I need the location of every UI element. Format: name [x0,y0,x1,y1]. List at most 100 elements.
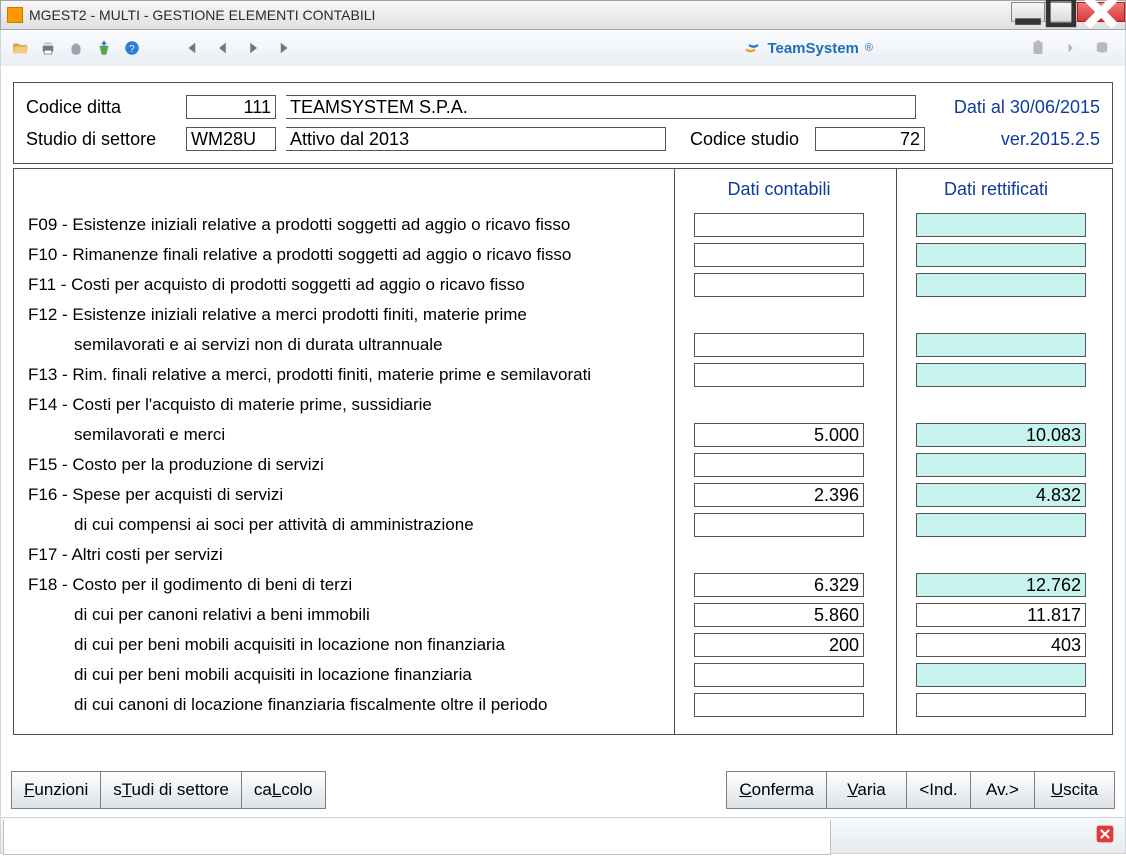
codice-ditta-field[interactable]: 111 [186,95,276,119]
row-label: F18 - Costo per il godimento di beni di … [28,575,674,595]
row-label: semilavorati e merci [28,425,674,445]
studio-settore-field[interactable]: WM28U [186,127,276,151]
divider [674,169,675,734]
close-button[interactable] [1077,2,1125,22]
data-row: F12 - Esistenze iniziali relative a merc… [28,300,1112,330]
row-label: di cui per canoni relativi a beni immobi… [28,605,674,625]
dati-rettificati-field[interactable] [916,663,1086,687]
ind-button[interactable]: <Ind. [907,771,971,809]
dati-contabili-field[interactable]: 5.000 [694,423,864,447]
row-label: F11 - Costi per acquisto di prodotti sog… [28,275,674,295]
row-label: F14 - Costi per l'acquisto di materie pr… [28,395,674,415]
dati-contabili-field[interactable] [694,663,864,687]
data-row: F11 - Costi per acquisto di prodotti sog… [28,270,1112,300]
data-row: F16 - Spese per acquisti di servizi 2.396… [28,480,1112,510]
dati-rettificati-field[interactable] [916,213,1086,237]
dati-contabili-field[interactable] [694,273,864,297]
dati-rettificati-field[interactable]: 403 [916,633,1086,657]
data-row: di cui per beni mobili acquisiti in loca… [28,630,1112,660]
minimize-button[interactable] [1011,2,1045,22]
codice-studio-field[interactable]: 72 [815,127,925,151]
window-title: MGEST2 - MULTI - GESTIONE ELEMENTI CONTA… [29,7,375,23]
data-row: F14 - Costi per l'acquisto di materie pr… [28,390,1112,420]
dati-contabili-field[interactable] [694,333,864,357]
varia-button[interactable]: Varia [827,771,907,809]
dati-al-label: Dati al 30/06/2015 [954,97,1100,118]
dati-rettificati-field[interactable] [916,693,1086,717]
row-label: F12 - Esistenze iniziali relative a merc… [28,305,674,325]
dati-rettificati-field[interactable] [916,333,1086,357]
dati-contabili-field[interactable] [694,693,864,717]
row-label: F16 - Spese per acquisti di servizi [28,485,674,505]
funzioni-button[interactable]: Funzioni [11,771,101,809]
dati-rettificati-field[interactable]: 4.832 [916,483,1086,507]
row-label: F09 - Esistenze iniziali relative a prod… [28,215,674,235]
row-label: semilavorati e ai servizi non di durata … [28,335,674,355]
nav-prev-icon[interactable] [209,35,235,61]
nav-first-icon[interactable] [177,35,203,61]
status-close-icon[interactable] [1095,824,1115,847]
studi-button[interactable]: sTudi di settore [101,771,242,809]
divider [896,169,897,734]
dati-rettificati-field[interactable] [916,273,1086,297]
app-icon [7,7,23,23]
dati-contabili-field[interactable] [694,363,864,387]
dati-rettificati-field[interactable]: 10.083 [916,423,1086,447]
dati-contabili-field[interactable] [694,213,864,237]
help-icon[interactable]: ? [119,35,145,61]
dati-rettificati-field[interactable] [916,363,1086,387]
nav-next-icon[interactable] [241,35,267,61]
data-row: F13 - Rim. finali relative a merci, prod… [28,360,1112,390]
dati-rettificati-field[interactable] [916,243,1086,267]
data-row: F10 - Rimanenze finali relative a prodot… [28,240,1112,270]
data-row: di cui canoni di locazione finanziaria f… [28,690,1112,720]
av-button[interactable]: Av.> [971,771,1035,809]
col-dati-rettificati: Dati rettificati [896,179,1096,200]
attivo-dal-field[interactable]: Attivo dal 2013 [286,127,666,151]
dati-rettificati-field[interactable]: 11.817 [916,603,1086,627]
row-label: di cui canoni di locazione finanziaria f… [28,695,674,715]
dati-contabili-field[interactable] [694,243,864,267]
maximize-button[interactable] [1044,2,1078,22]
dati-contabili-field[interactable]: 5.860 [694,603,864,627]
codice-ditta-label: Codice ditta [26,97,176,118]
conferma-button[interactable]: Conferma [726,771,827,809]
row-label: F13 - Rim. finali relative a merci, prod… [28,365,674,385]
data-row: F17 - Altri costi per servizi [28,540,1112,570]
codice-studio-label: Codice studio [690,129,799,150]
dati-rettificati-field[interactable] [916,453,1086,477]
dati-contabili-field[interactable] [694,513,864,537]
ragione-sociale-field[interactable]: TEAMSYSTEM S.P.A. [286,95,916,119]
print-icon[interactable] [35,35,61,61]
row-label: F15 - Costo per la produzione di servizi [28,455,674,475]
data-row: F18 - Costo per il godimento di beni di … [28,570,1112,600]
studio-settore-label: Studio di settore [26,129,176,150]
calcolo-button[interactable]: caLcolo [242,771,326,809]
uscita-button[interactable]: Uscita [1035,771,1115,809]
clipboard-icon[interactable] [1025,35,1051,61]
dati-rettificati-field[interactable]: 12.762 [916,573,1086,597]
data-row: di cui per beni mobili acquisiti in loca… [28,660,1112,690]
export-icon[interactable] [91,35,117,61]
button-bar: Funzioni sTudi di settore caLcolo Confer… [11,771,1115,809]
dati-contabili-field[interactable] [694,453,864,477]
dati-contabili-field[interactable]: 200 [694,633,864,657]
version-label: ver.2015.2.5 [1001,129,1100,150]
nav-last-icon[interactable] [273,35,299,61]
dati-contabili-field[interactable]: 6.329 [694,573,864,597]
dati-contabili-field[interactable]: 2.396 [694,483,864,507]
forward-icon[interactable] [1057,35,1083,61]
brand-text: TeamSystem [767,40,858,57]
client-area: Codice ditta 111 TEAMSYSTEM S.P.A. Dati … [0,66,1126,854]
stack-icon[interactable] [1089,35,1115,61]
grab-icon[interactable] [63,35,89,61]
dati-rettificati-field[interactable] [916,513,1086,537]
status-bar [1,817,1125,853]
toolbar: ? TeamSystem® [0,30,1126,66]
row-label: di cui compensi ai soci per attività di … [28,515,674,535]
data-row: F15 - Costo per la produzione di servizi [28,450,1112,480]
header-panel: Codice ditta 111 TEAMSYSTEM S.P.A. Dati … [13,82,1113,164]
status-message [3,820,831,855]
row-label: F17 - Altri costi per servizi [28,545,674,565]
open-icon[interactable] [7,35,33,61]
